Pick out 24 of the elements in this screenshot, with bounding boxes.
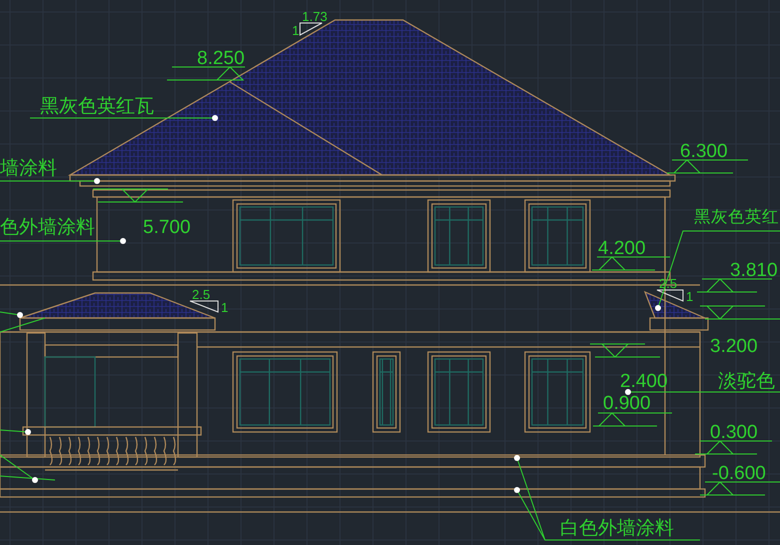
elevation-label: 3.810: [730, 260, 778, 281]
annotation-label: 淡驼色: [718, 371, 775, 392]
annotation-label: 黑灰色英红瓦: [40, 96, 154, 117]
slope-rise-label: 1: [221, 300, 228, 315]
elevation-symbol: [590, 344, 660, 358]
elevation-label: 8.250: [197, 48, 245, 69]
elevation-label: 6.300: [680, 141, 728, 162]
annotation-label: 黑灰色英红: [694, 208, 779, 226]
elevation-label: 0.900: [603, 393, 651, 414]
slope-rise-label: 1: [292, 23, 300, 38]
slope-triangle-icon: [190, 300, 218, 313]
elevation-label: 5.700: [143, 217, 191, 238]
slope-triangle-icon: [300, 22, 322, 36]
slope-triangle-icon: [656, 290, 684, 302]
slope-run-label: 2.5: [192, 287, 210, 302]
annotation-label: 色外墙涂料: [0, 217, 95, 238]
elevation-label: 3.200: [710, 336, 758, 357]
slope-run-label: 1.73: [302, 9, 328, 24]
elevation-label: 4.200: [598, 238, 646, 259]
elevation-label: -0.600: [712, 463, 766, 484]
annotation-label: 墙涂料: [0, 158, 57, 179]
elevation-label: 0.300: [710, 422, 758, 443]
annotation-label: 白色外墙涂料: [560, 518, 674, 539]
slope-rise-label: 1: [686, 289, 694, 304]
